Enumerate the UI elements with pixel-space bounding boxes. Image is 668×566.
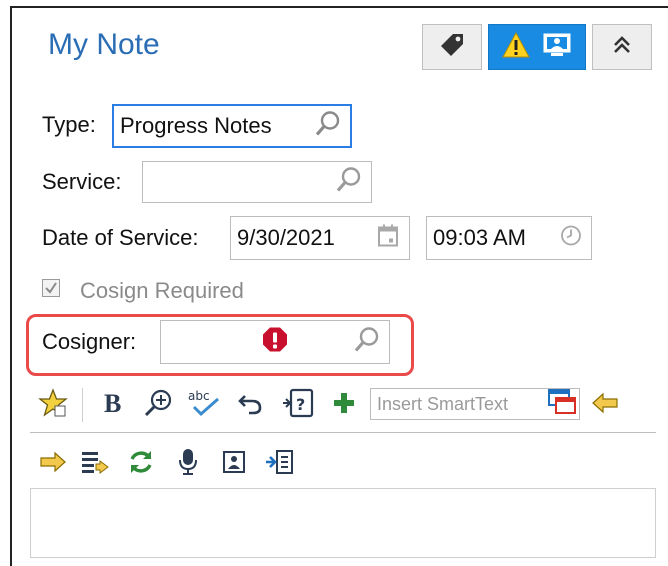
warning-icon	[501, 31, 531, 64]
cosigner-label: Cosigner:	[42, 329, 137, 354]
arrow-right-icon	[39, 451, 67, 478]
svg-text:abc: abc	[188, 389, 210, 403]
cosign-required-label: Cosign Required	[80, 278, 244, 303]
service-field[interactable]	[142, 161, 372, 203]
image-icon	[222, 450, 246, 479]
tag-icon	[437, 30, 467, 65]
type-value: Progress Notes	[120, 113, 272, 138]
import-button[interactable]	[262, 448, 296, 480]
insert-field-icon: ?	[281, 387, 315, 424]
undo-button[interactable]	[234, 388, 266, 422]
cosign-required-checkbox[interactable]	[42, 279, 60, 297]
calendar-icon[interactable]	[377, 224, 399, 253]
insert-lines-button[interactable]	[78, 448, 112, 480]
favorite-star-icon	[38, 387, 68, 423]
spellcheck-button[interactable]: abc	[184, 388, 224, 422]
monitor-icon	[541, 31, 573, 64]
undo-icon	[237, 390, 263, 421]
microphone-icon	[177, 447, 199, 482]
image-button[interactable]	[218, 448, 250, 480]
cosigner-field[interactable]	[160, 320, 390, 364]
refresh-icon	[127, 448, 155, 481]
warning-monitor-button[interactable]	[488, 24, 586, 70]
tag-button[interactable]	[422, 24, 482, 70]
svg-text:B: B	[104, 389, 121, 417]
collapse-button[interactable]	[592, 24, 652, 70]
service-label: Service:	[42, 169, 122, 194]
date-field[interactable]: 9/30/2021	[230, 216, 410, 260]
spellcheck-icon: abc	[186, 387, 222, 424]
note-editor[interactable]	[30, 488, 656, 558]
required-error-icon	[261, 326, 289, 359]
time-value: 09:03 AM	[433, 225, 526, 250]
insert-field-button[interactable]: ?	[278, 388, 318, 422]
search-icon[interactable]	[353, 326, 381, 359]
toolbar-separator	[82, 388, 83, 422]
smarttext-panel-icon	[547, 388, 577, 421]
svg-text:?: ?	[296, 395, 305, 414]
date-of-service-label: Date of Service:	[42, 225, 199, 250]
bold-icon: B	[101, 389, 125, 422]
arrow-left-icon	[591, 392, 619, 419]
zoom-in-icon	[143, 388, 173, 423]
microphone-button[interactable]	[172, 448, 204, 480]
add-button[interactable]	[328, 388, 360, 422]
search-icon[interactable]	[314, 110, 342, 143]
zoom-in-button[interactable]	[140, 388, 176, 422]
import-icon	[264, 449, 294, 480]
type-label: Type:	[42, 112, 96, 137]
date-value: 9/30/2021	[237, 225, 335, 250]
time-field[interactable]: 09:03 AM	[426, 216, 592, 260]
insert-lines-icon	[80, 449, 110, 480]
page-title: My Note	[48, 28, 160, 61]
clock-icon[interactable]	[559, 224, 583, 253]
chevrons-up-icon	[611, 34, 633, 61]
type-field[interactable]: Progress Notes	[112, 104, 352, 148]
arrow-left-button[interactable]	[588, 388, 622, 422]
arrow-right-button[interactable]	[36, 448, 70, 480]
bold-button[interactable]: B	[96, 388, 130, 422]
favorite-star-button[interactable]	[36, 387, 70, 423]
smarttext-panel-button[interactable]	[544, 388, 580, 420]
add-plus-icon	[332, 391, 356, 420]
refresh-button[interactable]	[124, 448, 158, 480]
search-icon[interactable]	[335, 166, 363, 199]
toolbar-divider	[30, 432, 656, 433]
